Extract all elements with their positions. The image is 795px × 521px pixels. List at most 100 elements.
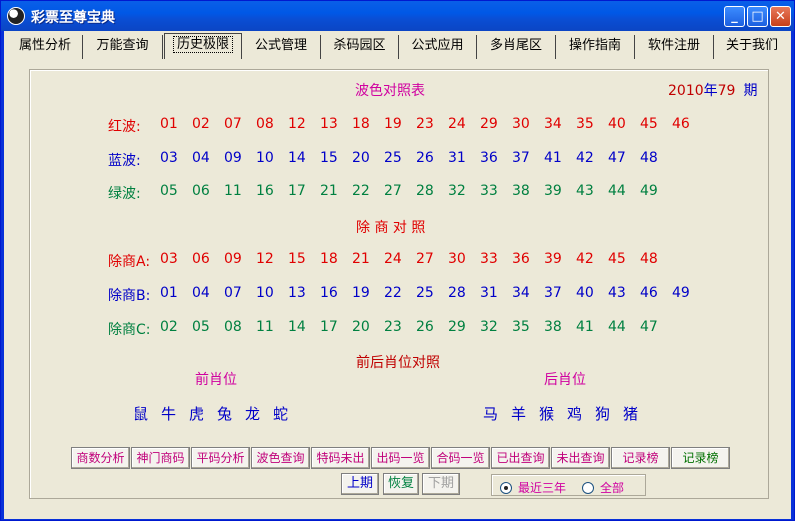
number-cell: 30 (448, 251, 466, 267)
number-cell: 02 (192, 116, 210, 132)
number-cell: 04 (192, 150, 210, 166)
god-gate-button[interactable]: 神门商码 (131, 447, 190, 469)
number-cell: 17 (288, 183, 306, 199)
number-cell: 36 (480, 150, 498, 166)
shengxiao-title: 前后肖位对照 (356, 355, 440, 371)
number-cell: 22 (352, 183, 370, 199)
number-cell: 40 (576, 285, 594, 301)
number-cell: 42 (576, 251, 594, 267)
number-cell: 43 (576, 183, 594, 199)
tab-formula-apply[interactable]: 公式应用 (399, 35, 477, 59)
radio-checked-icon (500, 481, 512, 494)
number-cell: 02 (160, 319, 178, 335)
zodiac-cell: 猪 (623, 405, 639, 423)
flat-code-button[interactable]: 平码分析 (191, 447, 250, 469)
zodiac-cell: 狗 (595, 405, 611, 423)
number-cell: 10 (256, 150, 274, 166)
green-wave-row: 绿波: 05 06 11 16 17 21 22 27 28 32 33 38 39 43 44 49 (108, 183, 672, 203)
all-label: 全部 (600, 481, 625, 495)
number-cell: 22 (384, 285, 402, 301)
number-cell: 11 (256, 319, 274, 335)
row-label: 蓝波: (108, 153, 141, 169)
number-cell: 38 (544, 319, 562, 335)
period-suffix: 期 (743, 83, 758, 99)
number-cell: 27 (384, 183, 402, 199)
drawn-query-button[interactable]: 已出查询 (491, 447, 550, 469)
sum-overview-button[interactable]: 合码一览 (431, 447, 490, 469)
tab-attribute-analysis[interactable]: 属性分析 (8, 35, 83, 59)
tab-kill-code[interactable]: 杀码园区 (321, 35, 399, 59)
chushang-a-row: 除商A: 03 06 09 12 15 18 21 24 27 30 33 36 39 42 45 48 (108, 251, 672, 271)
chushang-title: 除 商 对 照 (356, 220, 426, 236)
record-board-button-2[interactable]: 记录榜 (671, 447, 730, 469)
number-cell: 31 (480, 285, 498, 301)
tab-register[interactable]: 软件注册 (635, 35, 714, 59)
row-label: 红波: (108, 119, 141, 135)
number-cell: 31 (448, 150, 466, 166)
all-radio[interactable]: 全部 (582, 479, 624, 496)
record-board-button[interactable]: 记录榜 (611, 447, 670, 469)
chushang-c-row: 除商C: 02 05 08 11 14 17 20 23 26 29 32 35 38 41 44 47 (108, 319, 672, 339)
number-cell: 21 (320, 183, 338, 199)
number-cell: 07 (224, 285, 242, 301)
zodiac-cell: 马 (483, 405, 499, 423)
number-cell: 19 (352, 285, 370, 301)
number-cell: 04 (192, 285, 210, 301)
tab-multi-tail[interactable]: 多肖尾区 (477, 35, 556, 59)
number-cell: 20 (352, 319, 370, 335)
number-cell: 13 (320, 116, 338, 132)
special-unhit-button[interactable]: 特码未出 (311, 447, 370, 469)
number-cell: 36 (512, 251, 530, 267)
zodiac-cell: 蛇 (273, 405, 289, 423)
number-cell: 09 (224, 251, 242, 267)
restore-button[interactable]: 恢复 (383, 473, 419, 495)
front-zodiac-list: 鼠牛虎兔龙蛇 (133, 403, 301, 424)
red-wave-row: 红波: 01 02 07 08 12 13 18 19 23 24 29 30 34 35 40 45 46 (108, 116, 704, 136)
recent-three-years-label: 最近三年 (518, 481, 567, 495)
zodiac-cell: 鼠 (133, 405, 149, 423)
period-number: 79 (717, 83, 736, 99)
tab-universal-query[interactable]: 万能查询 (83, 35, 163, 59)
next-period-button[interactable]: 下期 (422, 473, 460, 495)
number-cell: 23 (416, 116, 434, 132)
maximize-button[interactable]: □ (747, 6, 768, 27)
number-cell: 29 (448, 319, 466, 335)
year-suffix: 年 (703, 83, 718, 99)
tab-guide[interactable]: 操作指南 (556, 35, 635, 59)
yin-yang-icon (7, 7, 25, 25)
number-cell: 35 (512, 319, 530, 335)
number-cell: 08 (256, 116, 274, 132)
number-cell: 14 (288, 150, 306, 166)
number-cell: 46 (672, 116, 690, 132)
number-cell: 20 (352, 150, 370, 166)
row-label: 除商A: (108, 254, 151, 270)
year-value: 2010 (668, 83, 704, 99)
number-cell: 45 (640, 116, 658, 132)
number-cell: 19 (384, 116, 402, 132)
recent-three-years-radio[interactable]: 最近三年 (500, 479, 566, 496)
close-button[interactable]: ✕ (770, 6, 791, 27)
code-overview-button[interactable]: 出码一览 (371, 447, 430, 469)
tab-history-limit[interactable]: 历史极限 (164, 33, 242, 59)
tab-history-limit-label: 历史极限 (172, 36, 233, 53)
bose-table-title: 波色对照表 (355, 83, 425, 99)
tab-about[interactable]: 关于我们 (714, 35, 790, 59)
tab-formula-manage[interactable]: 公式管理 (242, 35, 321, 59)
prev-period-button[interactable]: 上期 (341, 473, 379, 495)
number-cell: 33 (480, 183, 498, 199)
chushang-b-row: 除商B: 01 04 07 10 13 16 19 22 25 28 31 34 37 40 43 46 49 (108, 285, 704, 305)
number-cell: 37 (544, 285, 562, 301)
zodiac-cell: 猴 (539, 405, 555, 423)
number-cell: 34 (512, 285, 530, 301)
number-cell: 05 (192, 319, 210, 335)
number-cell: 39 (544, 251, 562, 267)
quotient-analysis-button[interactable]: 商数分析 (71, 447, 130, 469)
range-radio-group: 最近三年 全部 (491, 474, 646, 496)
number-cell: 17 (320, 319, 338, 335)
title-bar[interactable]: 彩票至尊宝典 _ □ ✕ (1, 1, 794, 31)
undrawn-query-button[interactable]: 未出查询 (551, 447, 610, 469)
number-cell: 24 (448, 116, 466, 132)
minimize-button[interactable]: _ (724, 6, 745, 27)
wave-query-button[interactable]: 波色查询 (251, 447, 310, 469)
number-cell: 48 (640, 251, 658, 267)
